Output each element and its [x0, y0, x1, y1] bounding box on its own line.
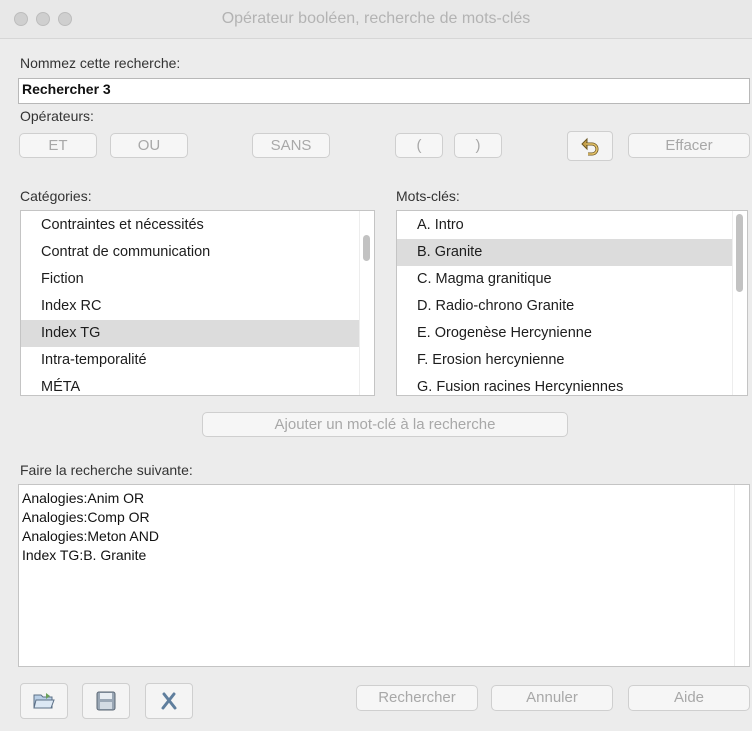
categories-list[interactable]: Contraintes et nécessités Contrat de com… — [20, 210, 375, 396]
list-item[interactable]: MÉTA — [21, 374, 360, 395]
search-name-field[interactable]: Rechercher 3 — [18, 78, 750, 104]
and-button[interactable]: ET — [19, 133, 97, 158]
list-item[interactable]: Index RC — [21, 293, 360, 320]
list-item[interactable]: C. Magma granitique — [397, 266, 733, 293]
keywords-list[interactable]: A. Intro B. Granite C. Magma granitique … — [396, 210, 748, 396]
list-item[interactable]: A. Intro — [397, 212, 733, 239]
clear-query-button[interactable] — [145, 683, 193, 719]
operators-label: Opérateurs: — [20, 108, 94, 124]
query-line: Analogies:Meton AND — [22, 528, 159, 544]
list-item[interactable]: Intra-temporalité — [21, 347, 360, 374]
list-item[interactable]: Contrat de communication — [21, 239, 360, 266]
list-item[interactable]: Fiction — [21, 266, 360, 293]
categories-scroll-thumb[interactable] — [363, 235, 370, 261]
or-button[interactable]: OU — [110, 133, 188, 158]
title-bar: Opérateur booléen, recherche de mots-clé… — [0, 0, 752, 39]
open-paren-button[interactable]: ( — [395, 133, 443, 158]
x-delete-icon — [146, 684, 192, 718]
close-paren-button[interactable]: ) — [454, 133, 502, 158]
query-label: Faire la recherche suivante: — [20, 462, 193, 478]
open-folder-icon — [21, 684, 67, 718]
clear-button[interactable]: Effacer — [628, 133, 750, 158]
undo-button[interactable] — [567, 131, 613, 161]
query-scrollbar[interactable] — [734, 485, 749, 666]
categories-label: Catégories: — [20, 188, 92, 204]
window-title: Opérateur booléen, recherche de mots-clé… — [221, 10, 531, 27]
save-button[interactable] — [82, 683, 130, 719]
list-item-selected[interactable]: Index TG — [21, 320, 360, 347]
open-button[interactable] — [20, 683, 68, 719]
list-item[interactable]: D. Radio-chrono Granite — [397, 293, 733, 320]
keywords-label: Mots-clés: — [396, 188, 460, 204]
help-button[interactable]: Aide — [628, 685, 750, 711]
floppy-disk-icon — [83, 684, 129, 718]
query-line: Index TG:B. Granite — [22, 547, 147, 563]
name-label: Nommez cette recherche: — [20, 55, 181, 71]
query-line: Analogies:Anim OR — [22, 490, 145, 506]
list-item-selected[interactable]: B. Granite — [397, 239, 733, 266]
cancel-button[interactable]: Annuler — [491, 685, 613, 711]
undo-arrow-icon — [568, 132, 612, 160]
list-item[interactable]: Contraintes et nécessités — [21, 212, 360, 239]
not-button[interactable]: SANS — [252, 133, 330, 158]
query-line: Analogies:Comp OR — [22, 509, 150, 525]
list-item[interactable]: E. Orogenèse Hercynienne — [397, 320, 733, 347]
add-keyword-button[interactable]: Ajouter un mot-clé à la recherche — [202, 412, 568, 437]
list-item[interactable]: F. Erosion hercynienne — [397, 347, 733, 374]
search-button[interactable]: Rechercher — [356, 685, 478, 711]
query-textarea[interactable]: Analogies:Anim OR Analogies:Comp OR Anal… — [18, 484, 750, 667]
keywords-scroll-thumb[interactable] — [736, 214, 743, 292]
list-item[interactable]: G. Fusion racines Hercyniennes — [397, 374, 733, 395]
